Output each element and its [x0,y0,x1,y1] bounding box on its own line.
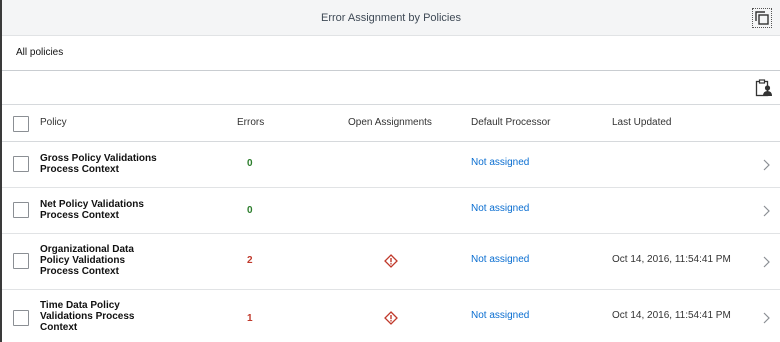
row-checkbox[interactable] [13,253,29,269]
last-updated-value: Oct 14, 2016, 11:54:41 PM [612,254,731,265]
row-checkbox[interactable] [13,156,29,172]
warning-diamond-icon[interactable] [384,311,398,325]
row-checkbox[interactable] [13,310,29,326]
error-count: 0 [247,205,253,216]
page-title: Error Assignment by Policies [321,12,461,24]
fullscreen-button[interactable] [752,8,772,28]
assign-person-icon [755,79,772,97]
chevron-right-icon[interactable] [762,256,770,268]
title-bar: Error Assignment by Policies [2,0,780,36]
policy-name-line: Context [40,322,78,333]
policy-name-line: Process Context [40,266,119,277]
select-all-checkbox[interactable] [13,116,29,132]
default-processor-link[interactable]: Not assigned [471,157,529,168]
policy-name-line: Time Data Policy [40,300,120,311]
column-header-policy[interactable]: Policy [40,117,67,128]
error-count: 0 [247,158,253,169]
row-checkbox[interactable] [13,202,29,218]
table-row[interactable]: Time Data Policy Validations Process Con… [2,290,780,342]
last-updated-value: Oct 14, 2016, 11:54:41 PM [612,310,731,321]
policy-name-line: Process Context [40,210,119,221]
default-processor-link[interactable]: Not assigned [471,203,529,214]
policy-name-line: Process Context [40,164,119,175]
policy-name-line: Organizational Data [40,244,134,255]
error-count: 1 [247,313,253,324]
policy-name: Time Data Policy Validations Process Con… [40,300,180,333]
policy-name-line: Validations Process [40,311,135,322]
default-processor-link[interactable]: Not assigned [471,310,529,321]
column-header-last-updated[interactable]: Last Updated [612,117,672,128]
table-row[interactable]: Organizational Data Policy Validations P… [2,234,780,290]
warning-diamond-icon[interactable] [384,254,398,268]
policy-scope-label: All policies [16,47,64,58]
error-count: 2 [247,255,253,266]
chevron-right-icon[interactable] [762,205,770,217]
table-row[interactable]: Net Policy Validations Process Context 0… [2,188,780,234]
fullscreen-icon [755,11,769,25]
policy-name: Net Policy Validations Process Context [40,199,180,221]
policy-name-line: Gross Policy Validations [40,153,157,164]
policy-name-line: Policy Validations [40,255,126,266]
column-header-default-processor[interactable]: Default Processor [471,117,550,128]
table-row[interactable]: Gross Policy Validations Process Context… [2,142,780,188]
column-header-errors[interactable]: Errors [237,117,264,128]
policy-name: Organizational Data Policy Validations P… [40,244,180,277]
policy-name-line: Net Policy Validations [40,199,144,210]
default-processor-link[interactable]: Not assigned [471,254,529,265]
divider [2,70,780,71]
policy-name: Gross Policy Validations Process Context [40,153,180,175]
chevron-right-icon[interactable] [762,312,770,324]
column-header-open-assignments[interactable]: Open Assignments [348,117,432,128]
table-header: Policy Errors Open Assignments Default P… [2,104,780,142]
assign-processor-button[interactable] [753,77,775,99]
chevron-right-icon[interactable] [762,159,770,171]
